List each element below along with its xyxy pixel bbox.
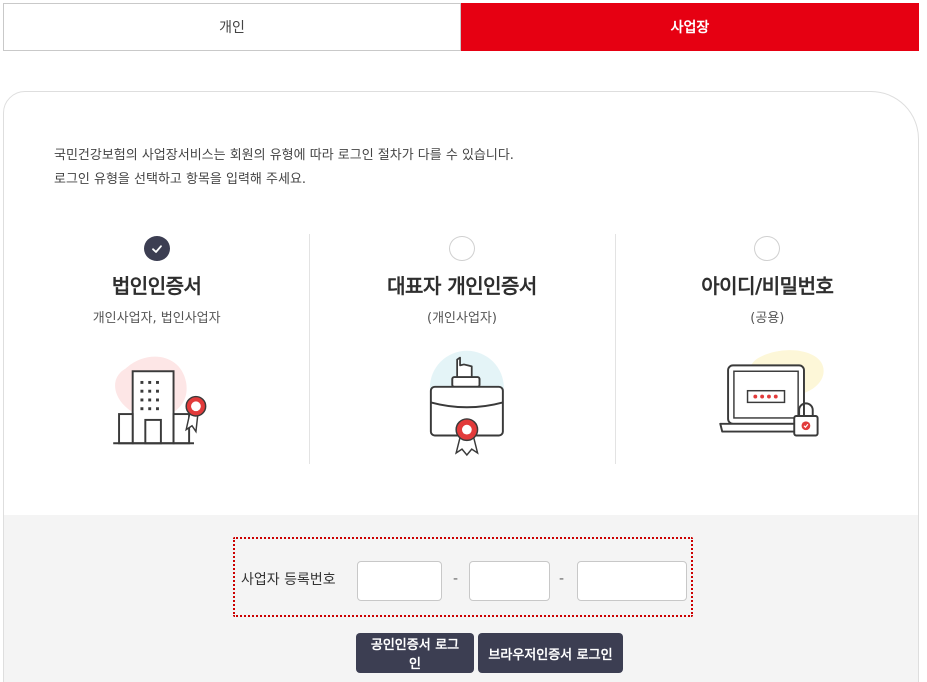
login-type-subtitle: 개인사업자, 법인사업자: [92, 311, 221, 327]
intro-line-2: 로그인 유형을 선택하고 항목을 입력해 주세요.: [54, 172, 307, 187]
business-number-field-2[interactable]: [469, 561, 550, 601]
browser-cert-login-button[interactable]: 브라우저인증서 로그인: [478, 633, 623, 673]
business-number-highlight: 사업자 등록번호 - -: [233, 537, 693, 617]
cert-login-button[interactable]: 공인인증서 로그인: [356, 633, 474, 673]
login-card: 국민건강보험의 사업장서비스는 회원의 유형에 따라 로그인 절차가 다를 수 …: [3, 91, 919, 682]
login-type-subtitle: (개인사업자): [427, 311, 497, 327]
login-type-options: 법인인증서 개인사업자, 법인사업자 대표자 개인인증서 (개인사업자) 아이디…: [4, 234, 918, 466]
business-number-form: 사업자 등록번호 - - 공인인증서 로그인 브라우저인증서 로그인: [4, 515, 918, 682]
tab-personal[interactable]: 개인: [3, 3, 461, 51]
briefcase-icon: [429, 351, 504, 457]
radio-representative-cert[interactable]: [448, 236, 475, 262]
radio-id-password[interactable]: [754, 236, 781, 262]
business-number-field-3[interactable]: [577, 561, 687, 601]
separator: -: [559, 571, 565, 587]
login-tabs: 개인 사업장: [3, 3, 919, 51]
separator: -: [453, 571, 459, 587]
login-type-title: 대표자 개인인증서: [387, 274, 537, 299]
login-type-title: 아이디/비밀번호: [701, 274, 834, 299]
login-type-corporate-cert[interactable]: 법인인증서 개인사업자, 법인사업자: [4, 234, 309, 466]
login-type-subtitle: (공용): [750, 311, 785, 327]
business-number-field-1[interactable]: [357, 561, 442, 601]
intro-line-1: 국민건강보험의 사업장서비스는 회원의 유형에 따라 로그인 절차가 다를 수 …: [54, 148, 514, 163]
laptop-lock-icon: [719, 350, 824, 437]
login-type-id-password[interactable]: 아이디/비밀번호 (공용): [614, 234, 918, 466]
login-type-title: 법인인증서: [111, 274, 202, 299]
building-icon: [112, 357, 207, 445]
login-type-representative-cert[interactable]: 대표자 개인인증서 (개인사업자): [309, 234, 614, 466]
tab-business[interactable]: 사업장: [461, 3, 919, 51]
radio-corporate-cert[interactable]: [143, 236, 170, 262]
business-number-label: 사업자 등록번호: [241, 572, 336, 588]
checkmark-icon: [151, 244, 162, 253]
intro-text: 국민건강보험의 사업장서비스는 회원의 유형에 따라 로그인 절차가 다를 수 …: [54, 144, 514, 192]
